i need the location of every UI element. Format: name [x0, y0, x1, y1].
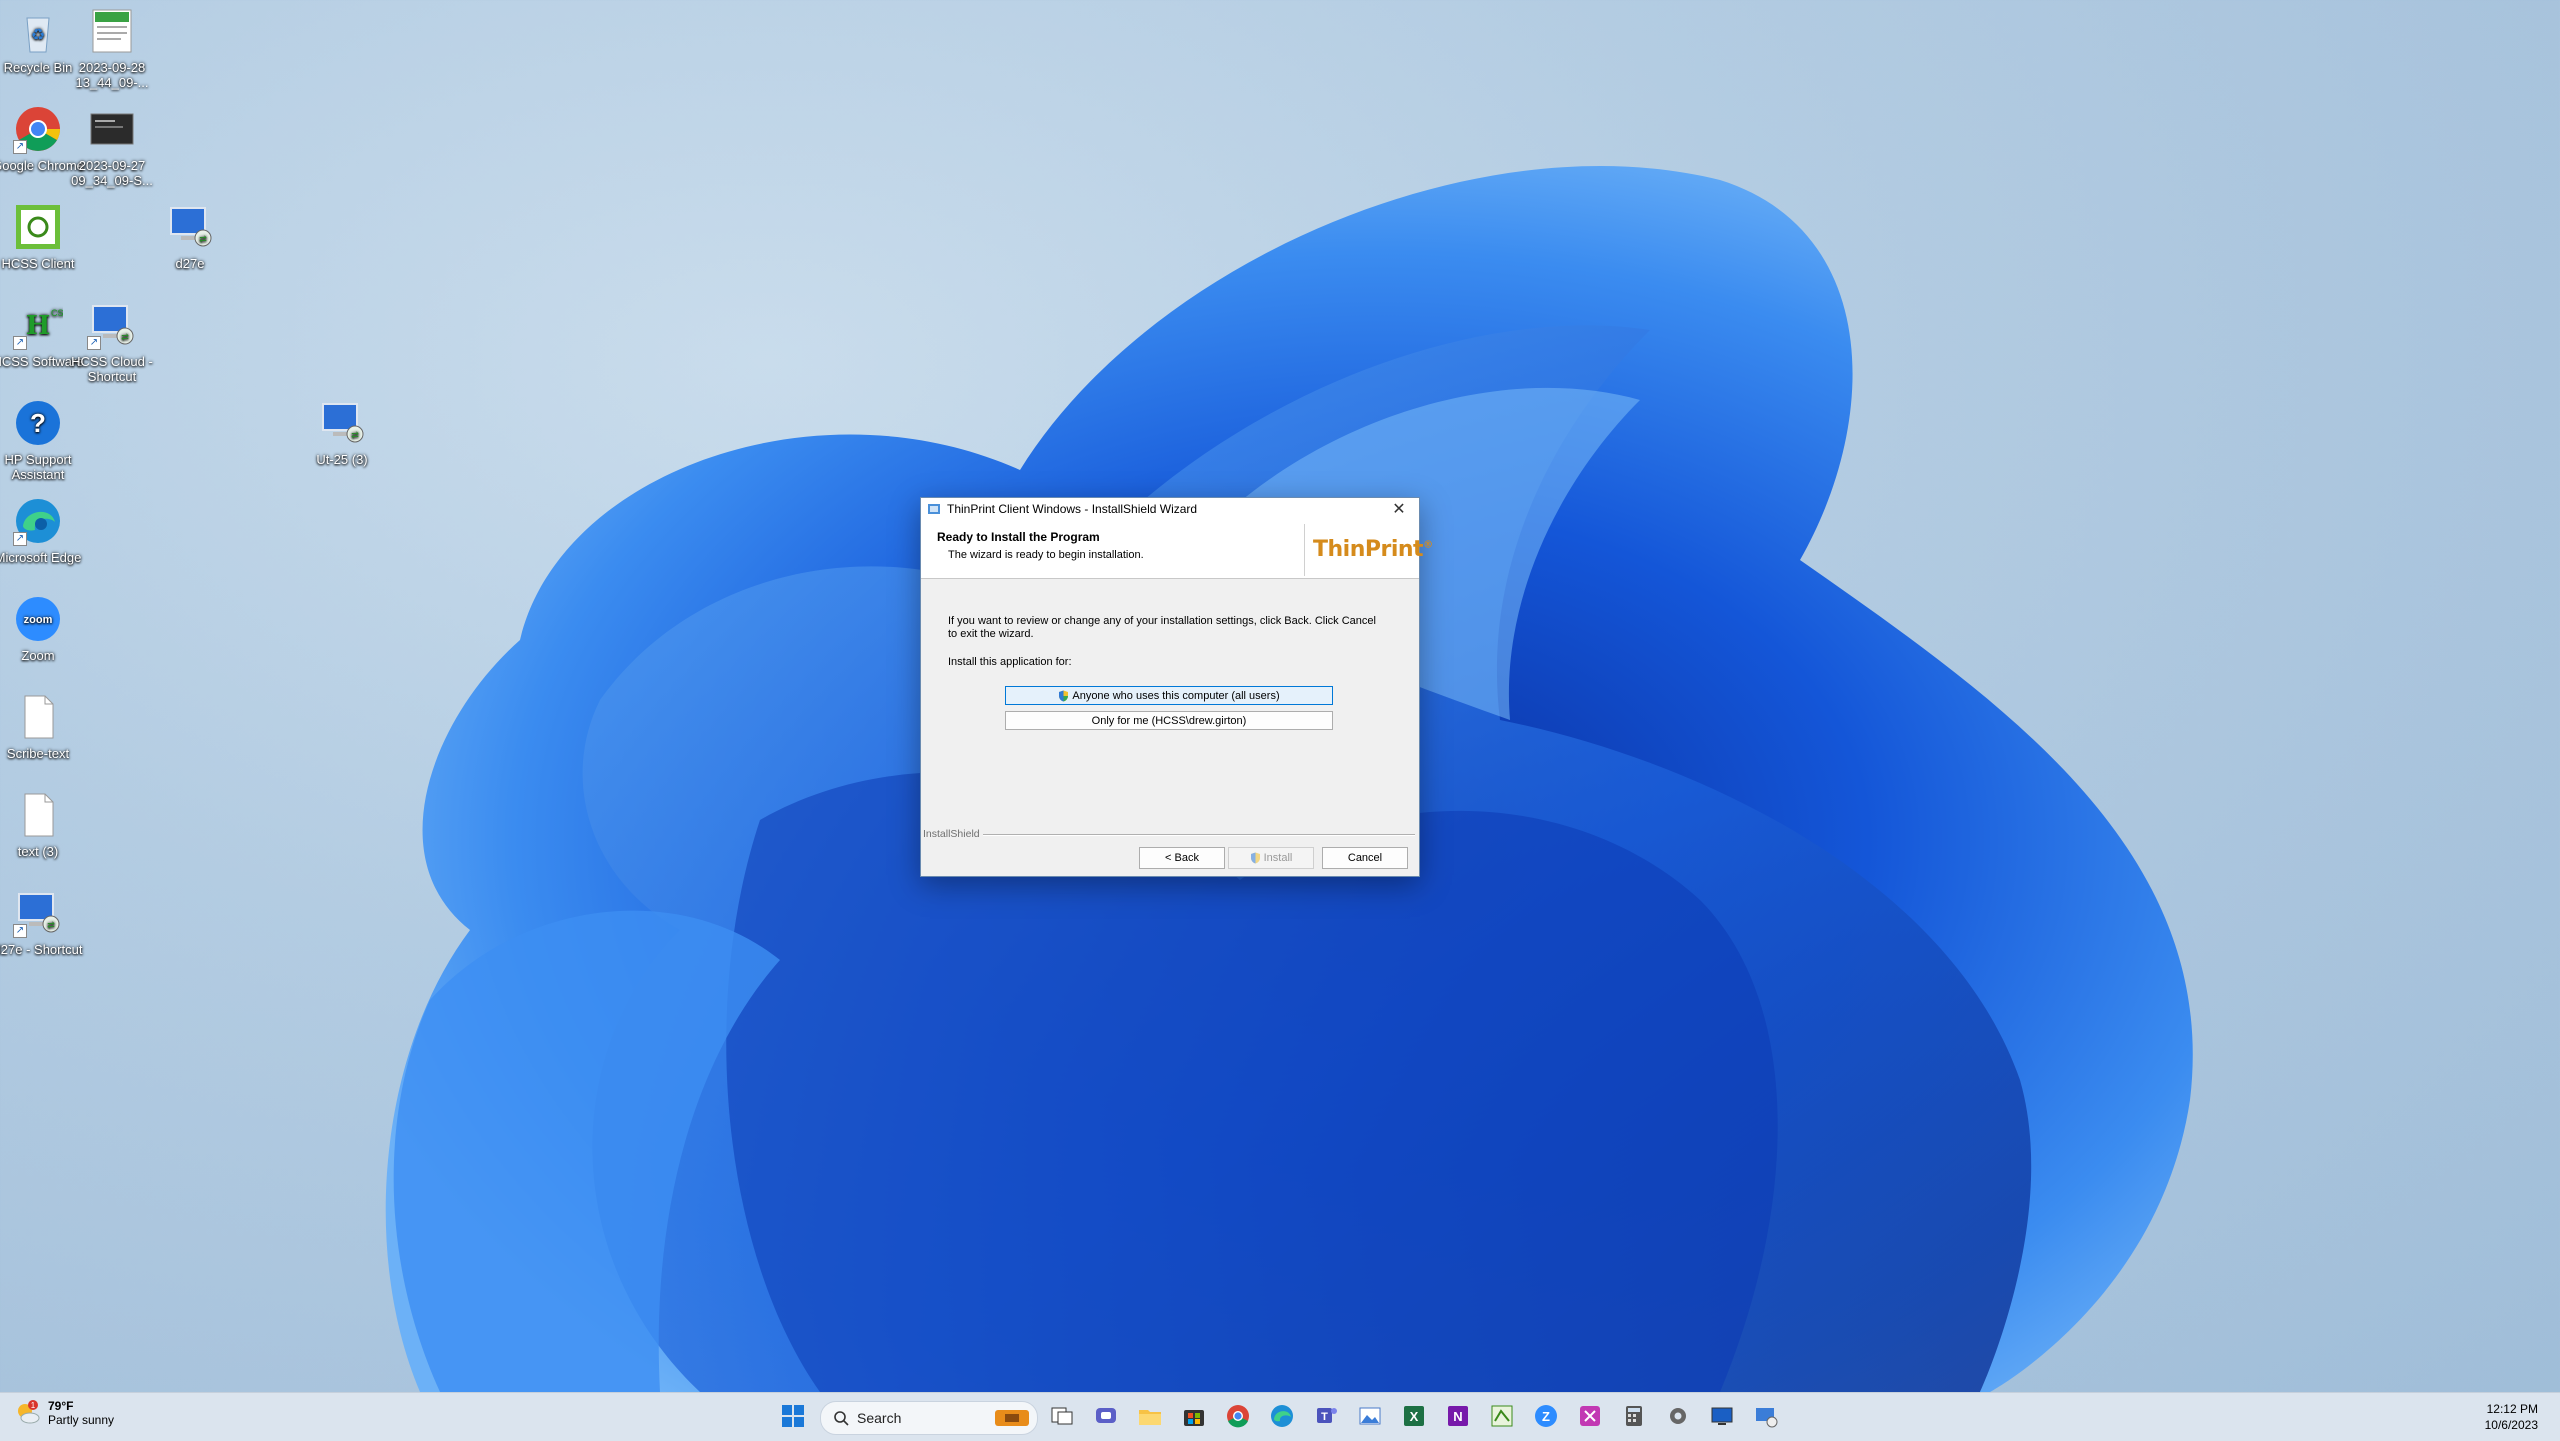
remote-desktop-icon: ⇄ — [317, 398, 367, 448]
cancel-button[interactable]: Cancel — [1322, 847, 1408, 869]
clock-time: 12:12 PM — [2486, 1402, 2538, 1416]
close-button[interactable]: ✕ — [1379, 498, 1419, 520]
excel-icon[interactable]: X — [1401, 1403, 1427, 1429]
desktop-icon-d27e[interactable]: ⇄ d27e — [140, 202, 240, 271]
installer-app-icon — [928, 504, 940, 514]
photos-icon[interactable] — [1357, 1403, 1383, 1429]
page-subheading: The wizard is ready to begin installatio… — [948, 549, 1144, 561]
partly-sunny-icon: 1 — [14, 1400, 40, 1426]
chrome-icon: ↗ — [13, 104, 63, 154]
weather-badge: 1 — [31, 1401, 36, 1410]
all-users-button[interactable]: Anyone who uses this computer (all users… — [1005, 686, 1333, 705]
svg-text:⇄: ⇄ — [199, 234, 207, 244]
desktop-icon-hcss-cloud-shortcut[interactable]: ⇄ ↗ HCSS Cloud - Shortcut — [62, 300, 162, 384]
start-button[interactable] — [780, 1403, 806, 1429]
desktop-icon-screenshot-1[interactable]: 2023-09-28 13_44_09-... — [62, 6, 162, 90]
screenshot-file-icon — [87, 6, 137, 56]
svg-text:Z: Z — [1542, 1409, 1550, 1424]
weather-desc: Partly sunny — [48, 1413, 115, 1427]
svg-text:H: H — [26, 311, 51, 341]
weather-temp: 79°F — [48, 1399, 74, 1413]
desktop-icon-microsoft-edge[interactable]: ↗ Microsoft Edge — [0, 496, 88, 565]
installshield-dialog: ThinPrint Client Windows - InstallShield… — [920, 497, 1433, 877]
taskbar: 1 79°F Partly sunny Search T X N Z 12:12… — [0, 1392, 2560, 1441]
hcss-app-icon[interactable] — [1489, 1403, 1515, 1429]
svg-text:N: N — [1453, 1409, 1462, 1424]
desktop-icon-text-3[interactable]: text (3) — [0, 790, 88, 859]
svg-text:♻: ♻ — [31, 27, 45, 44]
footer-divider — [983, 834, 1415, 836]
hcss-client-icon — [13, 202, 63, 252]
remote-desktop-icon: ⇄ ↗ — [87, 300, 137, 350]
help-icon: ? — [13, 398, 63, 448]
recycle-bin-icon: ♻ — [13, 6, 63, 56]
teams-chat-icon[interactable] — [1093, 1403, 1119, 1429]
edge-icon[interactable] — [1269, 1403, 1295, 1429]
desktop-icon-screenshot-2[interactable]: 2023-09-27 09_34_09-S... — [62, 104, 162, 188]
taskbar-search[interactable]: Search — [820, 1401, 1038, 1435]
svg-text:⇄: ⇄ — [351, 430, 359, 440]
network-app-icon[interactable] — [1753, 1403, 1779, 1429]
dialog-header: Ready to Install the Program The wizard … — [921, 520, 1433, 579]
teams-icon[interactable]: T — [1313, 1403, 1339, 1429]
instructions-text: If you want to review or change any of y… — [948, 615, 1376, 640]
search-icon — [834, 1411, 849, 1426]
edge-icon: ↗ — [13, 496, 63, 546]
zoom-icon[interactable]: Z — [1533, 1403, 1559, 1429]
logo-divider — [1304, 524, 1305, 576]
desktop-icon-hp-support-assistant[interactable]: ? HP Support Assistant — [0, 398, 88, 482]
settings-icon[interactable] — [1665, 1403, 1691, 1429]
svg-text:zoom: zoom — [24, 614, 53, 626]
thinprint-logo: ThinPrint® — [1313, 537, 1433, 562]
calculator-icon[interactable] — [1621, 1403, 1647, 1429]
svg-text:⇄: ⇄ — [47, 920, 55, 930]
hcss-software-icon: HCSS ↗ — [13, 300, 70, 350]
remote-desktop-app-icon[interactable] — [1709, 1403, 1735, 1429]
text-file-icon — [13, 692, 63, 742]
task-view-icon[interactable] — [1049, 1403, 1075, 1429]
screenshot-file-icon — [87, 104, 137, 154]
microsoft-store-icon[interactable] — [1181, 1403, 1207, 1429]
desktop-icon-d27e-shortcut[interactable]: ⇄ ↗ d27e - Shortcut — [0, 888, 88, 957]
clock-date: 10/6/2023 — [2484, 1418, 2538, 1432]
text-file-icon — [13, 790, 63, 840]
desktop-icon-zoom[interactable]: zoom Zoom — [0, 594, 88, 663]
remote-desktop-icon: ⇄ ↗ — [13, 888, 63, 938]
onenote-icon[interactable]: N — [1445, 1403, 1471, 1429]
install-for-label: Install this application for: — [948, 656, 1072, 668]
page-heading: Ready to Install the Program — [937, 530, 1100, 544]
remote-desktop-icon: ⇄ — [165, 202, 215, 252]
desktop-icon-ut-25[interactable]: ⇄ Ut-25 (3) — [292, 398, 392, 467]
snip-tool-icon[interactable] — [1577, 1403, 1603, 1429]
uac-shield-icon — [1250, 852, 1260, 864]
svg-text:X: X — [1410, 1409, 1419, 1424]
weather-widget[interactable]: 1 79°F Partly sunny — [14, 1399, 114, 1427]
only-me-button[interactable]: Only for me (HCSS\drew.girton) — [1005, 711, 1333, 730]
svg-text:?: ? — [30, 408, 46, 438]
svg-text:⇄: ⇄ — [121, 332, 129, 342]
system-clock[interactable]: 12:12 PM 10/6/2023 — [2485, 1401, 2538, 1433]
zoom-icon: zoom — [13, 594, 63, 644]
svg-text:T: T — [1321, 1411, 1328, 1423]
chrome-icon[interactable] — [1225, 1403, 1251, 1429]
close-icon: ✕ — [1392, 501, 1406, 518]
desktop-icon-scribe-text[interactable]: Scribe-text — [0, 692, 88, 761]
dialog-title: ThinPrint Client Windows - InstallShield… — [947, 502, 1198, 516]
dialog-titlebar[interactable]: ThinPrint Client Windows - InstallShield… — [921, 498, 1419, 520]
uac-shield-icon — [1059, 690, 1069, 701]
back-button[interactable]: < Back — [1139, 847, 1225, 869]
install-button[interactable]: Install — [1228, 847, 1314, 869]
installshield-label: InstallShield — [923, 828, 980, 840]
file-explorer-icon[interactable] — [1137, 1403, 1163, 1429]
search-highlight-icon — [995, 1410, 1029, 1426]
desktop-icon-hcss-client[interactable]: HCSS Client — [0, 202, 88, 271]
